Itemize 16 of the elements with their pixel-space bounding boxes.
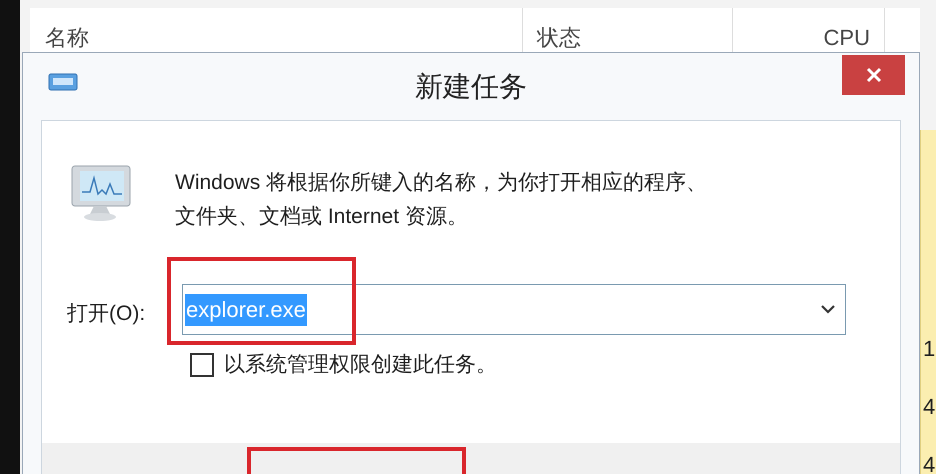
table-cell-text: 4 (922, 393, 936, 421)
table-cell-text: 1 (922, 335, 936, 363)
close-button[interactable] (842, 55, 905, 95)
open-label: 打开(O): (67, 301, 146, 327)
checkbox-label: 以系统管理权限创建此任务。 (224, 352, 497, 378)
table-cell-text: 4 (922, 451, 936, 474)
close-icon (866, 67, 882, 83)
column-header[interactable]: CPU (824, 25, 870, 51)
checkbox[interactable] (190, 352, 214, 377)
column-header[interactable]: 状态 (537, 25, 581, 51)
chevron-down-icon (821, 304, 835, 314)
window-title: 新建任务 (415, 70, 527, 104)
window-icon (48, 73, 78, 91)
instruction-text: Windows 将根据你所键入的名称，为你打开相应的程序、 文件夹、文档或 Internet 资源。 (175, 170, 708, 230)
column-header[interactable]: 名称 (45, 25, 89, 51)
input-value: explorer.exe (185, 294, 307, 326)
